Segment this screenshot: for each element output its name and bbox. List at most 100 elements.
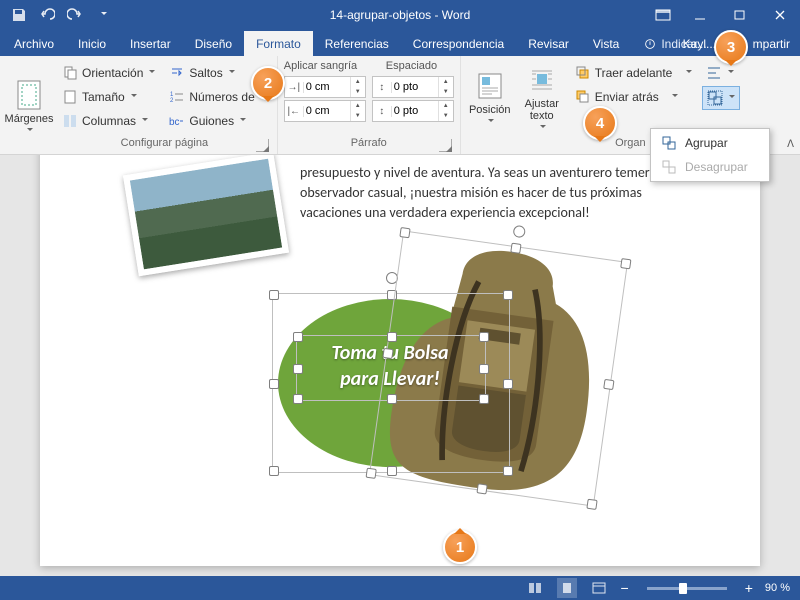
indent-right-input[interactable]: |←▲▼ bbox=[284, 100, 366, 122]
resize-handle[interactable] bbox=[269, 290, 279, 300]
web-layout-button[interactable] bbox=[589, 578, 609, 598]
orientation-label: Orientación bbox=[82, 66, 143, 80]
resize-handle[interactable] bbox=[476, 483, 487, 494]
resize-handle[interactable] bbox=[269, 466, 279, 476]
share-label: mpartir bbox=[753, 37, 790, 51]
hyphenation-button[interactable]: bcGuiones bbox=[165, 110, 270, 132]
breaks-label: Saltos bbox=[189, 66, 222, 80]
resize-handle[interactable] bbox=[479, 364, 489, 374]
zoom-level[interactable]: 90 % bbox=[765, 582, 790, 594]
collapse-ribbon-button[interactable]: ᐱ bbox=[787, 139, 794, 150]
selection-textbox[interactable] bbox=[296, 335, 486, 401]
resize-handle[interactable] bbox=[510, 243, 521, 254]
margins-icon bbox=[13, 79, 45, 111]
resize-handle[interactable] bbox=[387, 394, 397, 404]
indent-right-field[interactable] bbox=[304, 102, 350, 120]
spin-down[interactable]: ▼ bbox=[439, 111, 453, 121]
group-page-setup: Orientación Tamaño Columnas Saltos 12Núm… bbox=[52, 56, 278, 154]
space-before-icon: ↕ bbox=[373, 82, 392, 93]
resize-handle[interactable] bbox=[387, 332, 397, 342]
close-button[interactable] bbox=[760, 0, 800, 30]
resize-handle[interactable] bbox=[399, 227, 410, 238]
zoom-in-button[interactable]: + bbox=[745, 580, 753, 596]
resize-handle[interactable] bbox=[269, 379, 279, 389]
rotate-handle[interactable] bbox=[512, 225, 526, 239]
document-area[interactable]: presupuesto y nivel de aventura. Ya seas… bbox=[0, 155, 800, 576]
space-before-input[interactable]: ↕ ▲▼ bbox=[372, 76, 454, 98]
tab-correspondencia[interactable]: Correspondencia bbox=[401, 31, 516, 56]
orientation-button[interactable]: Orientación bbox=[58, 62, 159, 84]
resize-handle[interactable] bbox=[293, 332, 303, 342]
resize-handle[interactable] bbox=[366, 468, 377, 479]
resize-handle[interactable] bbox=[293, 364, 303, 374]
menu-desagrupar-label: Desagrupar bbox=[685, 160, 748, 174]
spin-up[interactable]: ▲ bbox=[351, 77, 365, 87]
undo-button[interactable] bbox=[34, 2, 60, 28]
tab-formato[interactable]: Formato bbox=[244, 31, 313, 56]
tab-archivo[interactable]: Archivo bbox=[2, 31, 66, 56]
paragraph-launcher[interactable] bbox=[439, 139, 452, 152]
zoom-thumb[interactable] bbox=[679, 583, 687, 594]
quick-access-toolbar bbox=[0, 2, 116, 28]
photo-thumbnail[interactable] bbox=[123, 155, 289, 276]
position-icon bbox=[474, 70, 506, 102]
indent-left-input[interactable]: →|▲▼ bbox=[284, 76, 366, 98]
group-menu: Agrupar Desagrupar bbox=[650, 128, 770, 182]
group-button[interactable] bbox=[702, 86, 740, 110]
tab-revisar[interactable]: Revisar bbox=[516, 31, 581, 56]
send-backward-icon bbox=[575, 89, 591, 105]
body-paragraph[interactable]: presupuesto y nivel de aventura. Ya seas… bbox=[300, 163, 700, 223]
indent-left-field[interactable] bbox=[304, 78, 350, 96]
group-label-paragraph: Párrafo bbox=[351, 137, 387, 149]
wrap-text-button[interactable]: Ajustar texto bbox=[519, 60, 565, 136]
tab-vista[interactable]: Vista bbox=[581, 31, 631, 56]
space-after-input[interactable]: ↕▲▼ bbox=[372, 100, 454, 122]
menu-item-agrupar[interactable]: Agrupar bbox=[651, 131, 769, 155]
print-layout-button[interactable] bbox=[557, 578, 577, 598]
resize-handle[interactable] bbox=[293, 394, 303, 404]
margins-button[interactable]: Márgenes bbox=[6, 60, 52, 154]
space-before-field[interactable] bbox=[392, 78, 438, 96]
resize-handle[interactable] bbox=[620, 258, 631, 269]
space-after-field[interactable] bbox=[392, 102, 438, 120]
spin-down[interactable]: ▼ bbox=[351, 111, 365, 121]
ribbon-display-options-button[interactable] bbox=[646, 0, 680, 30]
status-bar: − + 90 % bbox=[0, 576, 800, 600]
zoom-out-button[interactable]: − bbox=[621, 580, 629, 596]
spin-up[interactable]: ▲ bbox=[439, 101, 453, 111]
menu-item-desagrupar: Desagrupar bbox=[651, 155, 769, 179]
spin-down[interactable]: ▼ bbox=[351, 87, 365, 97]
spin-up[interactable]: ▲ bbox=[351, 101, 365, 111]
page: presupuesto y nivel de aventura. Ya seas… bbox=[40, 155, 760, 566]
resize-handle[interactable] bbox=[479, 332, 489, 342]
read-mode-button[interactable] bbox=[525, 578, 545, 598]
send-backward-button[interactable]: Enviar atrás bbox=[571, 86, 696, 108]
size-button[interactable]: Tamaño bbox=[58, 86, 159, 108]
maximize-button[interactable] bbox=[720, 0, 760, 30]
zoom-slider[interactable] bbox=[647, 587, 727, 590]
ungroup-icon bbox=[661, 159, 677, 175]
bring-forward-button[interactable]: Traer adelante bbox=[571, 62, 696, 84]
resize-handle[interactable] bbox=[479, 394, 489, 404]
qat-customize-button[interactable] bbox=[90, 2, 116, 28]
tab-inicio[interactable]: Inicio bbox=[66, 31, 118, 56]
spin-down[interactable]: ▼ bbox=[439, 87, 453, 97]
tab-insertar[interactable]: Insertar bbox=[118, 31, 183, 56]
spin-up[interactable]: ▲ bbox=[439, 77, 453, 87]
indent-header: Aplicar sangría bbox=[284, 60, 380, 72]
resize-handle[interactable] bbox=[603, 379, 614, 390]
wrap-label: Ajustar texto bbox=[525, 98, 559, 122]
columns-button[interactable]: Columnas bbox=[58, 110, 159, 132]
orientation-icon bbox=[62, 65, 78, 81]
tab-referencias[interactable]: Referencias bbox=[313, 31, 401, 56]
resize-handle[interactable] bbox=[586, 499, 597, 510]
tab-diseno[interactable]: Diseño bbox=[183, 31, 244, 56]
save-button[interactable] bbox=[6, 2, 32, 28]
minimize-button[interactable] bbox=[680, 0, 720, 30]
group-paragraph: Aplicar sangría Espaciado →|▲▼ ↕▲▼ |←▲▼ … bbox=[278, 56, 461, 154]
page-setup-launcher[interactable] bbox=[256, 139, 269, 152]
redo-button[interactable] bbox=[62, 2, 88, 28]
svg-text:2: 2 bbox=[170, 98, 174, 104]
position-label: Posición bbox=[469, 104, 511, 116]
position-button[interactable]: Posición bbox=[467, 60, 513, 136]
